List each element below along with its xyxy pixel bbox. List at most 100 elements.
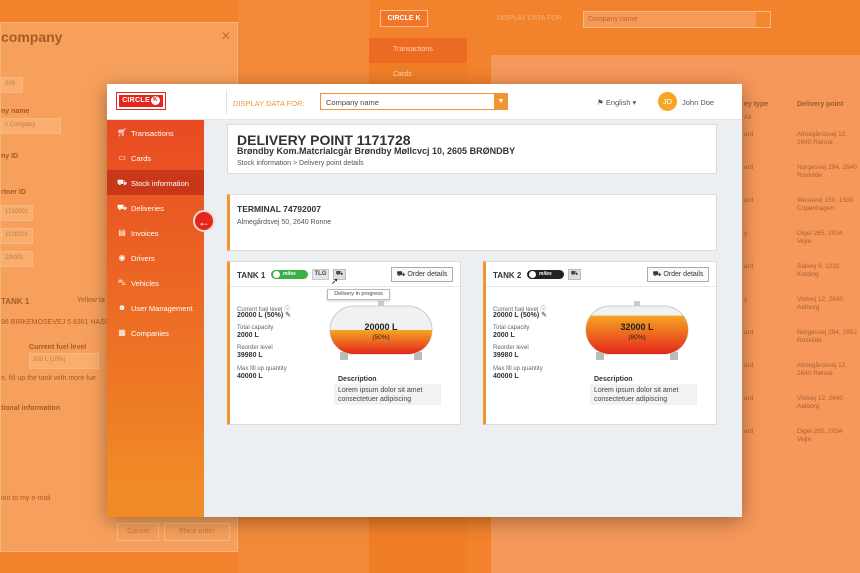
invoice-icon: ▤ (118, 228, 126, 237)
reorder-level-label: Reorder level (493, 345, 529, 351)
tank-name: TANK 1 (237, 271, 266, 280)
bg-label: ny name (1, 108, 30, 115)
bg-cell: ard (744, 395, 754, 402)
bg-cell: Violvej 12, 2640 Aalborg (797, 395, 844, 410)
driver-icon: ◉ (118, 253, 126, 262)
reorder-level-value: 39980 L (493, 352, 519, 359)
bg-cell: Digel 265, 2034 Vejle (797, 428, 843, 443)
max-fill-value: 40000 L (493, 373, 519, 380)
fill-percent: (80%) (628, 334, 645, 341)
bg-cell: ard (744, 428, 754, 435)
tank-gauge: 32000 L (80%) (585, 301, 689, 360)
flag-icon: ⚑ (597, 98, 606, 107)
fill-percent: (50%) (372, 334, 389, 341)
bg-cell: Almegårdsvej 12, 2640 Rønne (797, 131, 848, 146)
car-icon: ⛍ (117, 278, 127, 287)
truck-icon: ⛟ (396, 271, 408, 278)
breadcrumb[interactable]: Stock information > Delivery point detai… (237, 160, 364, 167)
bg-cell: Sallvej 9, 1232 Kolding (797, 263, 840, 278)
display-data-label: DISPLAY DATA FOR: (233, 99, 305, 108)
bg-input: c Company (1, 118, 61, 134)
building-icon: ▦ (118, 328, 126, 337)
description-label: Description (338, 376, 377, 383)
edit-icon[interactable]: ✎ (285, 312, 291, 319)
sidebar-item-companies[interactable]: ▦ Companies (107, 320, 204, 345)
order-details-button[interactable]: ⛟ Order details (647, 267, 709, 282)
sidebar-item-deliveries[interactable]: ⛟ Deliveries (107, 195, 204, 220)
truck-icon[interactable]: ⛟ (568, 269, 581, 280)
bg-filter: All (744, 114, 752, 121)
bg-modal-title: company (1, 29, 63, 45)
terminal-card: TERMINAL 74792007 Almegårdsvej 50, 2640 … (227, 194, 717, 251)
bg-tank-hint: Yellow ta (77, 297, 105, 304)
bg-company-select: Company name (583, 11, 771, 28)
sidebar-item-invoices[interactable]: ▤ Invoices (107, 220, 204, 245)
edit-icon[interactable]: ✎ (541, 312, 547, 319)
back-arrow-icon[interactable]: ← (193, 210, 215, 232)
terminal-address: Almegårdsvej 50, 2640 Ronne (237, 219, 332, 226)
bg-cell: ard (744, 362, 754, 369)
total-capacity-label: Total capacity (237, 325, 274, 331)
bg-input: 2th001 (1, 251, 33, 267)
circle-k-logo[interactable]: CIRCLE K (116, 92, 166, 110)
bg-cell: y (744, 296, 748, 303)
chevron-down-icon[interactable]: ▼ (494, 93, 508, 110)
company-select[interactable]: Company name ▼ (320, 93, 508, 110)
max-fill-label: Max fill up quantity (237, 366, 287, 372)
bg-cell: ard (744, 329, 754, 336)
bg-cell: Norgesvej 294, 2640 Roskilde (797, 164, 857, 179)
total-capacity-value: 2000 L (493, 332, 515, 339)
bg-label: rtner ID (1, 189, 26, 196)
avatar[interactable]: JD (658, 92, 677, 111)
order-details-button[interactable]: ⛟ Order details (391, 267, 453, 282)
fill-amount: 32000 L (620, 322, 654, 332)
bg-input: 200 L (10%) (29, 353, 99, 369)
tlg-tag[interactable]: TLG (312, 269, 329, 280)
delivery-point-header: DELIVERY POINT 1171728 Brøndby Kom.Matcr… (227, 124, 717, 174)
bg-place-order-button: Place order (164, 523, 230, 541)
language-select[interactable]: ⚑ English ▾ (597, 98, 636, 107)
total-capacity-value: 2000 L (237, 332, 259, 339)
sidebar-item-cards[interactable]: ▭ Cards (107, 145, 204, 170)
bg-cell: Violvej 12, 2640 Aalborg (797, 296, 844, 311)
bg-input: 209 (1, 77, 23, 93)
truck-icon: ⛟ (117, 203, 128, 212)
current-fuel-value: 20000 L (50%) ✎ (493, 312, 548, 319)
bg-cell: Digel 265, 2034 Vejle (797, 230, 843, 245)
tank-name: TANK 2 (493, 271, 522, 280)
sidebar-item-vehicles[interactable]: ⛍ Vehicles (107, 270, 204, 295)
tank-header: TANK 1 miles TLG ⛟ ⛟ Order details (230, 262, 460, 287)
bg-cell: ard (744, 131, 754, 138)
sidebar-item-transactions[interactable]: 🛒︎ Transactions (107, 120, 204, 145)
delivery-tooltip: Delivery in progress (327, 289, 390, 300)
company-select-placeholder: Company name (326, 98, 379, 107)
total-capacity-label: Total capacity (493, 325, 530, 331)
bg-tank: TANK 1 (1, 297, 30, 306)
bg-cell: Westend 150, 1500 Copenhagen (797, 197, 854, 212)
sidebar-item-drivers[interactable]: ◉ Drivers (107, 245, 204, 270)
divider (226, 90, 227, 114)
bg-label: ny ID (1, 153, 19, 160)
max-fill-label: Max fill up quantity (493, 366, 543, 372)
sidebar-item-user-management[interactable]: ☻ User Management (107, 295, 204, 320)
description-label: Description (594, 376, 633, 383)
fuel-badge: miles (527, 270, 564, 279)
sidebar-item-stock-information[interactable]: ⛟ Stock information (107, 170, 204, 195)
tank-gauge: 20000 L (50%) (329, 301, 433, 360)
bg-email: ion to my e-mail (1, 495, 51, 502)
truck-icon: ⛟ (652, 271, 664, 278)
mouse-cursor-icon: ➚ (331, 276, 339, 286)
bg-cell: y (744, 230, 748, 237)
terminal-title: TERMINAL 74792007 (237, 204, 321, 214)
delivery-point-address: Brøndby Kom.Matcrialcgår Brøndby Møllcvc… (237, 146, 516, 156)
user-name[interactable]: John Doe (682, 98, 714, 107)
top-bar: CIRCLE K DISPLAY DATA FOR: Company name ▼… (107, 84, 742, 120)
tank-card-2: TANK 2 miles ⛟ ⛟ Order details Current f… (483, 261, 717, 425)
fuel-badge: miles (271, 270, 308, 279)
users-icon: ☻ (117, 303, 127, 312)
bg-sidebar-item: Transactions (369, 38, 467, 63)
bg-cell: ard (744, 164, 754, 171)
bg-label: Current fuel level (29, 344, 87, 351)
bg-cell: ard (744, 197, 754, 204)
tank-card-1: TANK 1 miles TLG ⛟ ⛟ Order details Curre… (227, 261, 461, 425)
